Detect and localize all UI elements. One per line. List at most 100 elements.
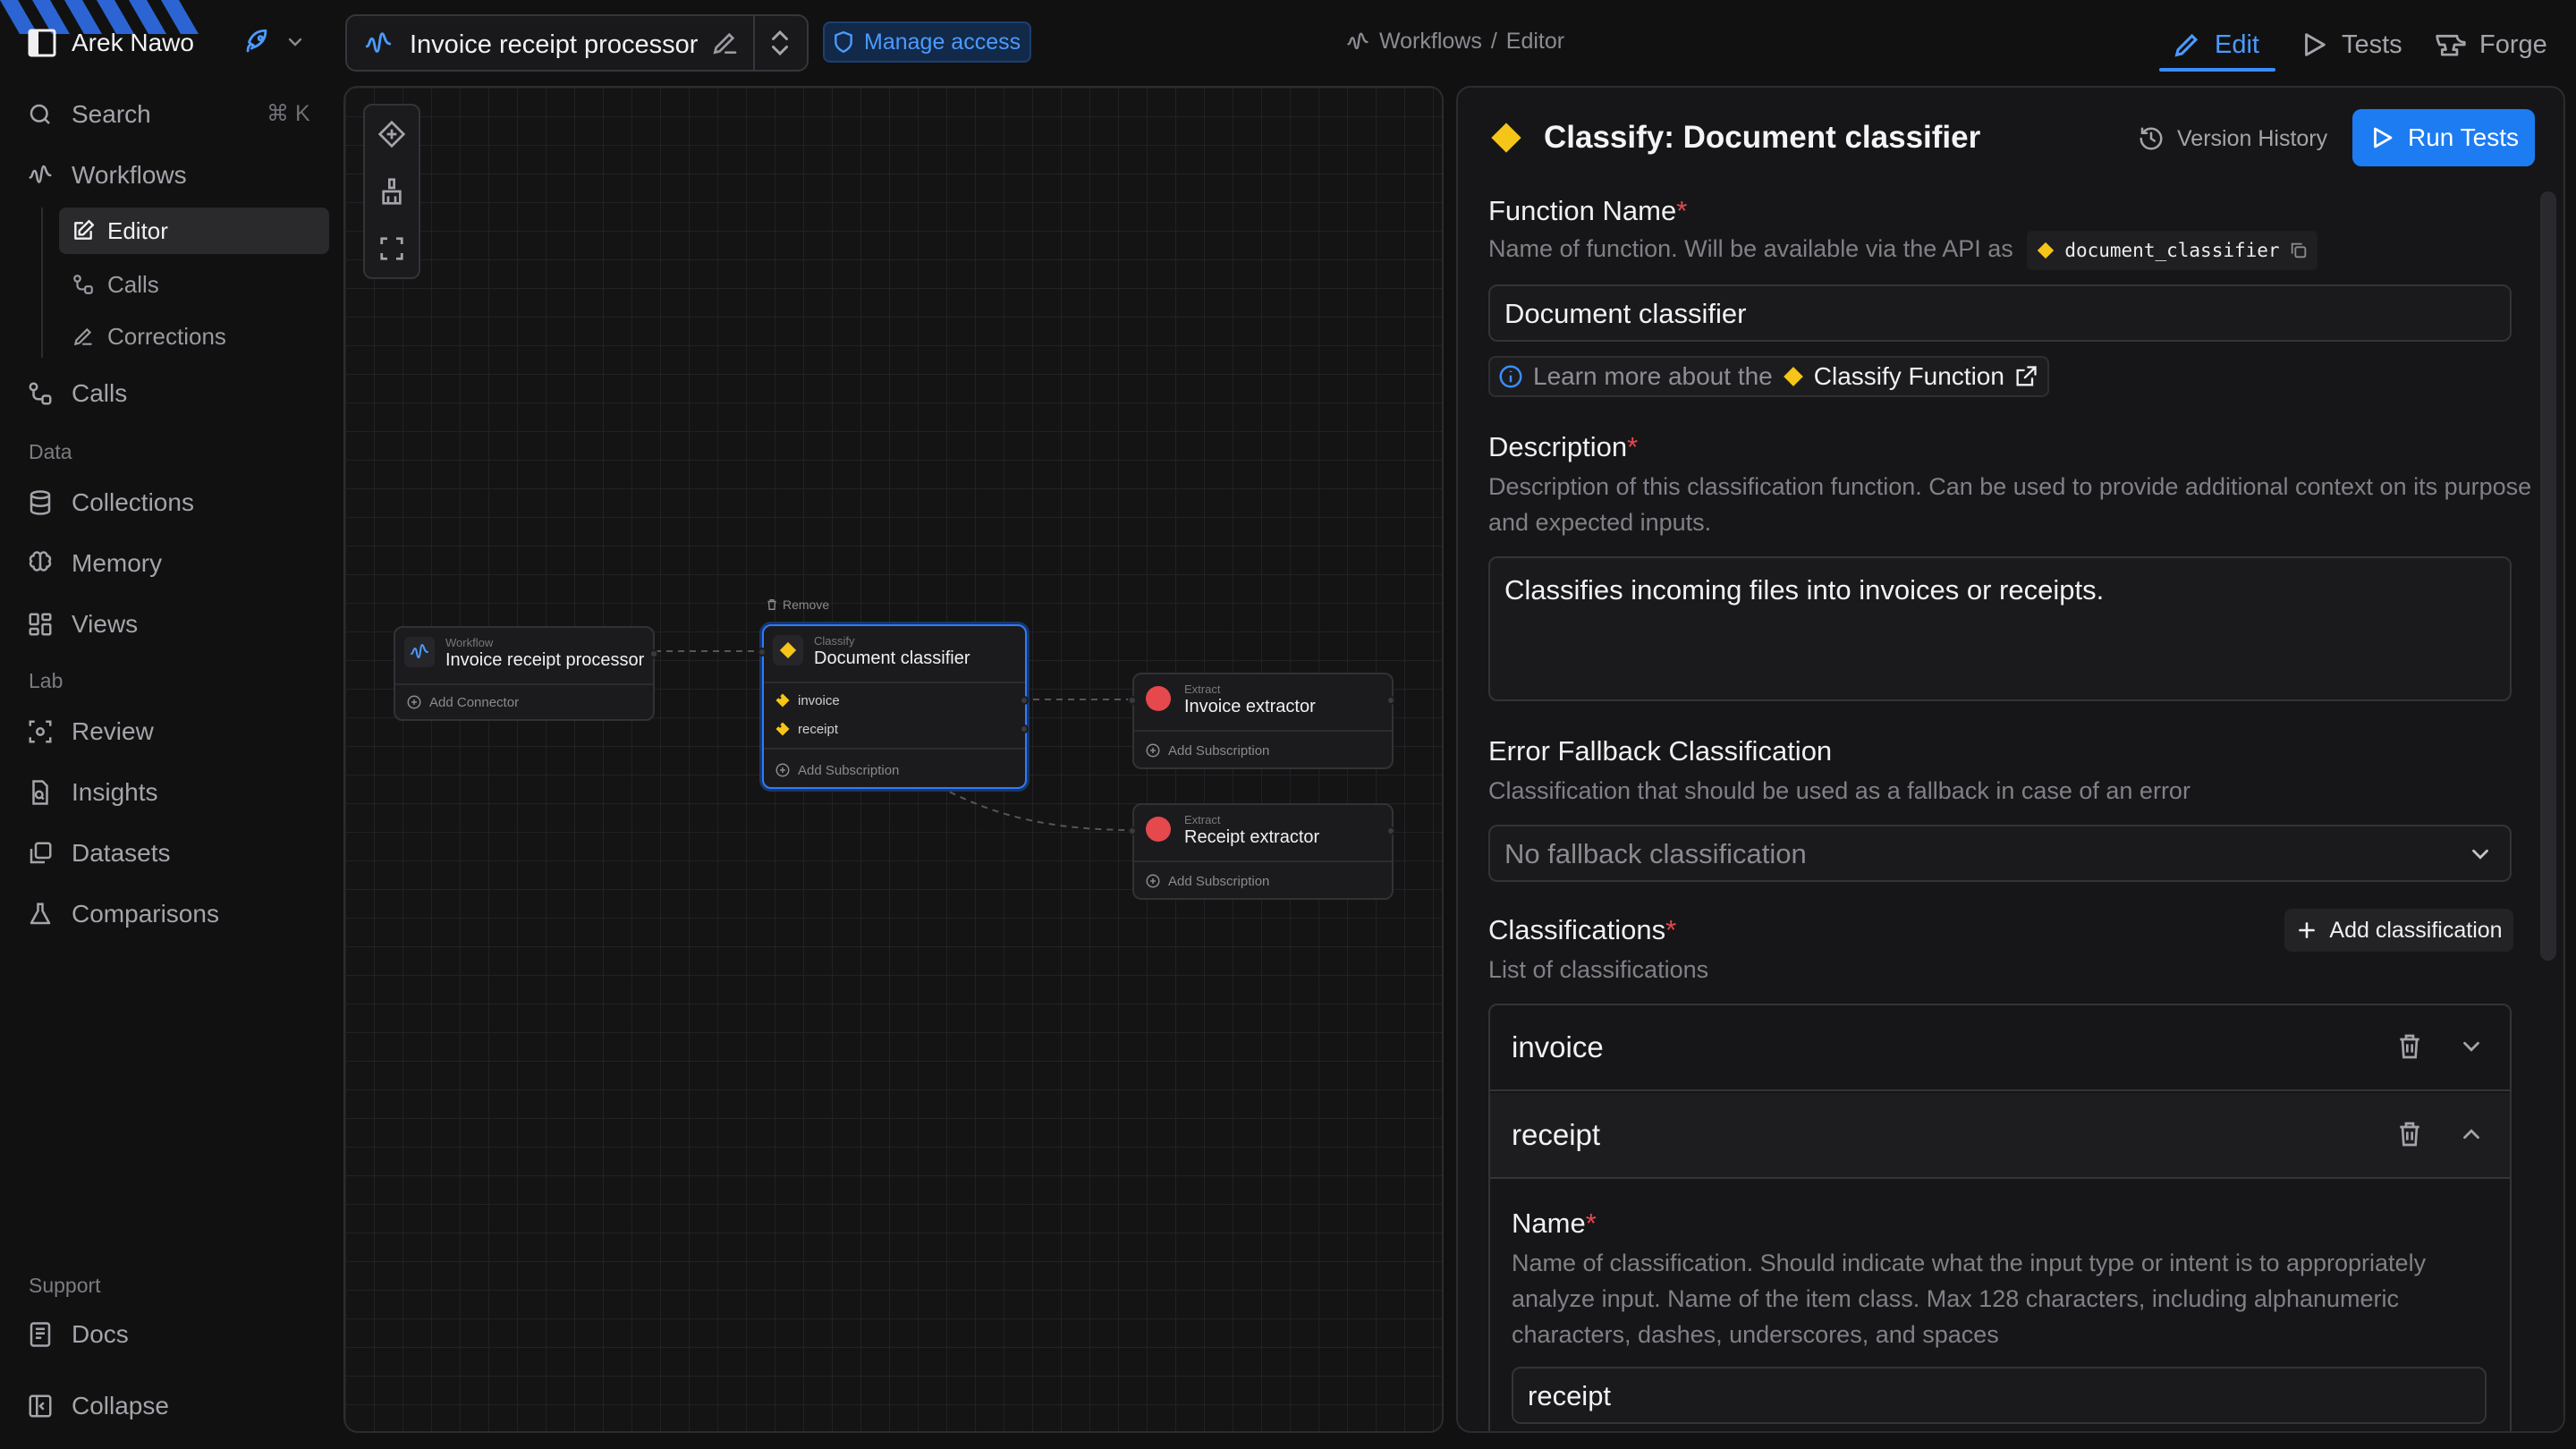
- workspace-menu-button[interactable]: [242, 27, 306, 57]
- workspace-switcher[interactable]: Arek Nawo: [27, 23, 194, 63]
- add-subscription-button[interactable]: Add Subscription: [775, 762, 899, 778]
- node-separator: [1134, 860, 1392, 862]
- chevron-up-icon[interactable]: [2458, 1121, 2485, 1148]
- add-subscription-button[interactable]: Add Subscription: [1145, 873, 1269, 889]
- tab-edit[interactable]: Edit: [2172, 20, 2259, 70]
- receipt-output-port[interactable]: [1020, 724, 1029, 733]
- plus-icon: [2295, 919, 2318, 942]
- workflow-title: Invoice receipt processor: [410, 30, 699, 59]
- classification-name: invoice: [1512, 1030, 1604, 1063]
- sidebar-item-comparisons[interactable]: Comparisons: [25, 891, 219, 937]
- copy-icon[interactable]: [2289, 241, 2309, 260]
- history-icon: [2138, 125, 2165, 152]
- node-receipt-extractor[interactable]: Extract Receipt extractor Add Subscripti…: [1128, 803, 1395, 900]
- node-input-port[interactable]: [1128, 826, 1137, 835]
- sidebar-item-calls[interactable]: Calls: [25, 370, 127, 417]
- tab-forge[interactable]: Forge: [2435, 20, 2547, 70]
- sidebar-item-views-label: Views: [72, 610, 139, 638]
- sidebar-item-views[interactable]: Views: [25, 601, 138, 648]
- node-output-port[interactable]: [1386, 826, 1395, 835]
- function-name-input[interactable]: Document classifier: [1488, 284, 2512, 342]
- node-output-port[interactable]: [1386, 696, 1395, 705]
- sidebar-item-collections[interactable]: Collections: [25, 479, 194, 526]
- classify-output-receipt[interactable]: receipt: [775, 721, 838, 737]
- sidebar-collapse-label: Collapse: [72, 1392, 169, 1419]
- plus-circle-icon: [775, 762, 791, 778]
- output-label: receipt: [798, 721, 839, 737]
- plus-circle-icon: [406, 694, 422, 710]
- sidebar-item-calls-sub[interactable]: Calls: [59, 261, 329, 308]
- node-invoice-extractor-head: Extract Invoice extractor: [1143, 683, 1316, 717]
- learn-more-link-text: Classify Function: [1813, 362, 2004, 390]
- sidebar-item-workflows-label: Workflows: [72, 161, 187, 189]
- chevron-down-icon: [2467, 841, 2494, 868]
- sidebar: Arek Nawo Search ⌘ K Workflows Editor Ca…: [0, 0, 340, 1449]
- sidebar-collapse[interactable]: Collapse: [25, 1383, 169, 1429]
- add-subscription-label: Add Subscription: [1168, 742, 1270, 758]
- learn-more-link[interactable]: Learn more about the Classify Function: [1488, 356, 2049, 397]
- tab-tests[interactable]: Tests: [2299, 20, 2402, 70]
- node-classify[interactable]: Classify Document classifier invoice rec…: [758, 624, 1029, 789]
- sidebar-item-datasets[interactable]: Datasets: [25, 830, 171, 877]
- classifications-label-text: Classifications: [1488, 914, 1666, 945]
- sidebar-item-insights[interactable]: Insights: [25, 769, 158, 816]
- node-invoice-extractor[interactable]: Extract Invoice extractor Add Subscripti…: [1128, 673, 1395, 769]
- trash-icon[interactable]: [2395, 1032, 2424, 1061]
- workspace-name: Arek Nawo: [72, 29, 194, 56]
- version-history-label: Version History: [2177, 125, 2328, 151]
- workflow-title-pill[interactable]: Invoice receipt processor: [345, 14, 809, 72]
- rename-pencil-icon[interactable]: [710, 29, 739, 57]
- sidebar-item-calls-label: Calls: [72, 379, 128, 407]
- tag-icon: [775, 692, 791, 708]
- chevrons-up-down-icon[interactable]: [764, 27, 796, 59]
- add-subscription-button[interactable]: Add Subscription: [1145, 742, 1269, 758]
- sidebar-item-editor-label: Editor: [107, 216, 168, 244]
- sidebar-item-editor[interactable]: Editor: [59, 208, 329, 254]
- classification-name-label-text: Name: [1512, 1208, 1586, 1239]
- classification-row-invoice[interactable]: invoice: [1490, 1005, 2510, 1091]
- sidebar-item-docs[interactable]: Docs: [25, 1311, 129, 1358]
- row-actions: [2395, 1032, 2485, 1061]
- fallback-select[interactable]: No fallback classification: [1488, 825, 2512, 882]
- trash-icon[interactable]: [2395, 1120, 2424, 1148]
- calls-icon: [25, 378, 55, 409]
- diamond-icon: [773, 635, 803, 665]
- sidebar-item-corrections[interactable]: Corrections: [59, 313, 329, 360]
- node-workflow[interactable]: Workflow Invoice receipt processor Add C…: [394, 626, 658, 721]
- invoice-output-port[interactable]: [1020, 696, 1029, 705]
- add-connector-label: Add Connector: [429, 694, 520, 710]
- node-type: Workflow: [445, 636, 494, 649]
- run-tests-button[interactable]: Run Tests: [2352, 109, 2535, 166]
- node-separator: [395, 683, 653, 685]
- sidebar-item-workflows[interactable]: Workflows: [25, 152, 187, 199]
- tab-edit-label: Edit: [2215, 30, 2259, 59]
- api-name: document_classifier: [2064, 240, 2280, 261]
- sidebar-search[interactable]: Search: [25, 91, 151, 138]
- node-receipt-extractor-head: Extract Receipt extractor: [1143, 814, 1319, 848]
- node-input-port[interactable]: [758, 648, 767, 657]
- version-history-button[interactable]: Version History: [2138, 125, 2327, 152]
- sidebar-item-memory[interactable]: Memory: [25, 540, 162, 587]
- node-type: Classify: [814, 634, 855, 648]
- manage-access-button[interactable]: Manage access: [823, 21, 1032, 63]
- sidebar-item-review[interactable]: Review: [25, 708, 154, 755]
- classification-name-input[interactable]: receipt: [1512, 1367, 2487, 1424]
- workflow-icon: [1345, 30, 1370, 55]
- output-label: invoice: [798, 692, 840, 708]
- panel-scrollbar[interactable]: [2540, 191, 2556, 961]
- edit-icon: [70, 217, 97, 244]
- classification-row-receipt[interactable]: receipt: [1490, 1093, 2510, 1179]
- add-connector-button[interactable]: Add Connector: [406, 694, 519, 710]
- remove-node-button[interactable]: Remove: [766, 597, 829, 612]
- sidebar-item-memory-label: Memory: [72, 549, 163, 577]
- add-classification-button[interactable]: Add classification: [2284, 909, 2513, 952]
- chevron-down-icon[interactable]: [2458, 1033, 2485, 1060]
- node-output-port[interactable]: [649, 649, 658, 658]
- node-input-port[interactable]: [1128, 696, 1137, 705]
- description-textarea[interactable]: Classifies incoming files into invoices …: [1488, 556, 2512, 701]
- classifications-help: List of classifications: [1488, 956, 1709, 983]
- breadcrumb-workflows[interactable]: Workflows: [1379, 29, 1482, 55]
- classify-output-invoice[interactable]: invoice: [775, 692, 840, 708]
- node-type: Extract: [1184, 813, 1221, 826]
- workflow-canvas[interactable]: Workflow Invoice receipt processor Add C…: [343, 86, 1444, 1433]
